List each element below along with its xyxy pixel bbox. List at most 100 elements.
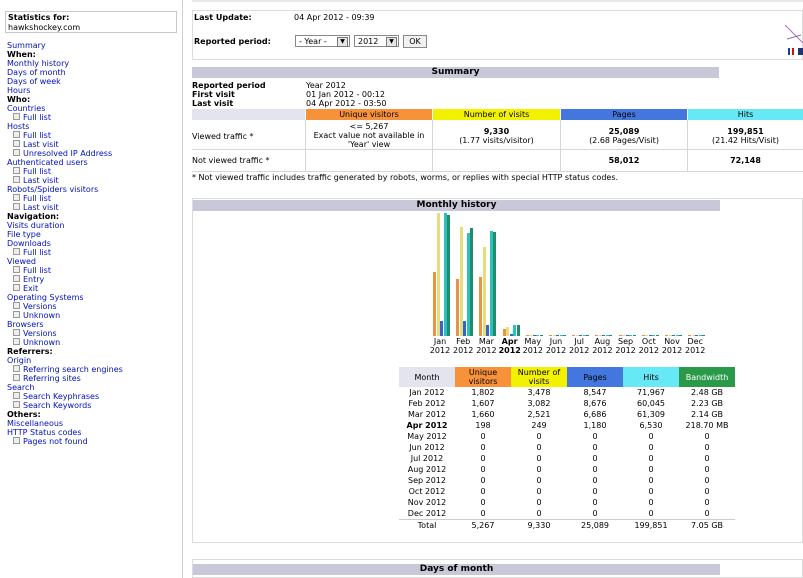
nav-subitem-referring-sites[interactable]: Referring sites xyxy=(7,374,183,383)
value-cell: 1,660 xyxy=(471,410,495,419)
nav-subitem-versions[interactable]: Versions xyxy=(7,329,183,338)
chart-month-year: 2012 xyxy=(476,346,497,355)
nav-item-days-of-month[interactable]: Days of month xyxy=(7,68,183,77)
nav-subitem-full-list[interactable]: Full list xyxy=(7,131,183,140)
nav-item-downloads[interactable]: Downloads xyxy=(7,239,183,248)
nav-subitem-label[interactable]: Full list xyxy=(23,167,51,176)
nav-subitem-label[interactable]: Referring search engines xyxy=(23,365,123,374)
nav-item-miscellaneous[interactable]: Miscellaneous xyxy=(7,419,183,428)
table-row: Oct 2012 0 0 0 0 0 xyxy=(399,486,735,497)
value-cell: 6,530 xyxy=(639,421,663,430)
nav-subitem-label[interactable]: Full list xyxy=(23,194,51,203)
nav-subitem-label[interactable]: Referring sites xyxy=(23,374,81,383)
monthly-chart xyxy=(431,213,711,336)
nav-subitem-label[interactable]: Last visit xyxy=(23,140,59,149)
nav-subitem-full-list[interactable]: Full list xyxy=(7,248,183,257)
value-cell: 0 xyxy=(704,487,710,496)
nav-subitem-label[interactable]: Unknown xyxy=(23,311,60,320)
nav-subitem-full-list[interactable]: Full list xyxy=(7,266,183,275)
bar-nov-2012-bandwidth xyxy=(679,335,682,336)
nav-subitem-last-visit[interactable]: Last visit xyxy=(7,176,183,185)
nav-item-file-type[interactable]: File type xyxy=(7,230,183,239)
nav-subitem-exit[interactable]: Exit xyxy=(7,284,183,293)
nav-subitem-search-keywords[interactable]: Search Keywords xyxy=(7,401,183,410)
sidebar: Statistics for: hawkshockey.com Summary W… xyxy=(0,0,183,578)
list-icon xyxy=(13,365,20,372)
nav-subitem-full-list[interactable]: Full list xyxy=(7,113,183,122)
value-cell: 0 xyxy=(648,443,654,452)
chart-month-name: Feb xyxy=(456,337,471,346)
days-of-month-panel: Days of month xyxy=(192,559,803,578)
nav-subitem-label[interactable]: Last visit xyxy=(23,176,59,185)
bar-jul-2012-bandwidth xyxy=(586,335,590,336)
nav-subitem-label[interactable]: Search Keyphrases xyxy=(23,392,99,401)
ok-button[interactable]: OK xyxy=(403,35,427,48)
nav-subitem-label[interactable]: Unresolved IP Address xyxy=(23,149,112,158)
nav-subitem-unresolved-ip-address[interactable]: Unresolved IP Address xyxy=(7,149,183,158)
nav-subitem-label[interactable]: Versions xyxy=(23,302,57,311)
nav-item-summary[interactable]: Summary xyxy=(7,41,183,50)
nav-subitem-label[interactable]: Full list xyxy=(23,131,51,140)
chart-month-label: Jun 2012 xyxy=(545,337,567,355)
nav-subitem-unknown[interactable]: Unknown xyxy=(7,338,183,347)
nav-subitem-label[interactable]: Unknown xyxy=(23,338,60,347)
nav-subitem-label[interactable]: Last visit xyxy=(23,203,59,212)
nav-subitem-full-list[interactable]: Full list xyxy=(7,167,183,176)
chart-month-name: Jan xyxy=(433,337,447,346)
nav-subitem-label[interactable]: Entry xyxy=(23,275,44,284)
nav-item-visits-duration[interactable]: Visits duration xyxy=(7,221,183,230)
month-cell: Dec 2012 xyxy=(407,509,447,518)
nav-item-authenticated-users[interactable]: Authenticated users xyxy=(7,158,183,167)
value-cell: 0 xyxy=(536,487,542,496)
nav-item-countries[interactable]: Countries xyxy=(7,104,183,113)
nav-subitem-label[interactable]: Full list xyxy=(23,113,51,122)
value-cell: 0 xyxy=(536,443,542,452)
nav-item-viewed[interactable]: Viewed xyxy=(7,257,183,266)
viewed-unique-visitors: <= 5,267 Exact value not available in 'Y… xyxy=(306,122,432,149)
nav-heading-others: Others: xyxy=(7,410,41,419)
nav-item-search[interactable]: Search xyxy=(7,383,183,392)
nav-subitem-unknown[interactable]: Unknown xyxy=(7,311,183,320)
nav-item-monthly-history[interactable]: Monthly history xyxy=(7,59,183,68)
nav-subitem-pages-not-found[interactable]: Pages not found xyxy=(7,437,183,446)
period-select[interactable]: - Year - ▼ xyxy=(295,35,350,47)
nav-subitem-search-keyphrases[interactable]: Search Keyphrases xyxy=(7,392,183,401)
nav-subitem-last-visit[interactable]: Last visit xyxy=(7,140,183,149)
viewed-visits-sub: (1.77 visits/visitor) xyxy=(459,136,534,145)
nav-subitem-label[interactable]: Pages not found xyxy=(23,437,88,446)
value-cell: 0 xyxy=(704,443,710,452)
flag-fr-icon[interactable] xyxy=(788,48,794,57)
chevron-down-icon: ▼ xyxy=(386,37,397,47)
total-cell: 9,330 xyxy=(511,519,567,531)
nav-item-hosts[interactable]: Hosts xyxy=(7,122,183,131)
nav-subitem-label[interactable]: Search Keywords xyxy=(23,401,91,410)
chart-month-name: Sep xyxy=(618,337,634,346)
value-cell: 60,045 xyxy=(637,399,665,408)
value-cell: 0 xyxy=(480,443,486,452)
value-cell: 1,802 xyxy=(471,388,495,397)
nav-item-browsers[interactable]: Browsers xyxy=(7,320,183,329)
year-select[interactable]: 2012 ▼ xyxy=(354,35,399,47)
nav-subitem-referring-search-engines[interactable]: Referring search engines xyxy=(7,365,183,374)
list-icon xyxy=(13,194,20,201)
nav-subitem-label[interactable]: Versions xyxy=(23,329,57,338)
table-row: Jan 2012 1,802 3,478 8,547 71,967 2.48 GB xyxy=(399,387,735,398)
nav-subitem-last-visit[interactable]: Last visit xyxy=(7,203,183,212)
nav-subitem-full-list[interactable]: Full list xyxy=(7,194,183,203)
bar-may-2012-bandwidth xyxy=(539,335,543,336)
monthly-table-body: Jan 2012 1,802 3,478 8,547 71,967 2.48 GB Feb … xyxy=(399,387,735,531)
nav-item-operating-systems[interactable]: Operating Systems xyxy=(7,293,183,302)
nav-subitem-label[interactable]: Full list xyxy=(23,248,51,257)
nav-item-http-status-codes[interactable]: HTTP Status codes xyxy=(7,428,183,437)
nav-subitem-entry[interactable]: Entry xyxy=(7,275,183,284)
nav-item-days-of-week[interactable]: Days of week xyxy=(7,77,183,86)
chart-month-label: Mar 2012 xyxy=(475,337,497,355)
nav-item-hours[interactable]: Hours xyxy=(7,86,183,95)
nav-item-robots-spiders-visitors[interactable]: Robots/Spiders visitors xyxy=(7,185,183,194)
nav-subitem-label[interactable]: Exit xyxy=(23,284,38,293)
nav-subitem-label[interactable]: Full list xyxy=(23,266,51,275)
flag-gb-icon[interactable] xyxy=(798,48,803,55)
nav-subitem-versions[interactable]: Versions xyxy=(7,302,183,311)
stats-for-box: Statistics for: hawkshockey.com xyxy=(5,11,177,33)
nav-item-origin[interactable]: Origin xyxy=(7,356,183,365)
